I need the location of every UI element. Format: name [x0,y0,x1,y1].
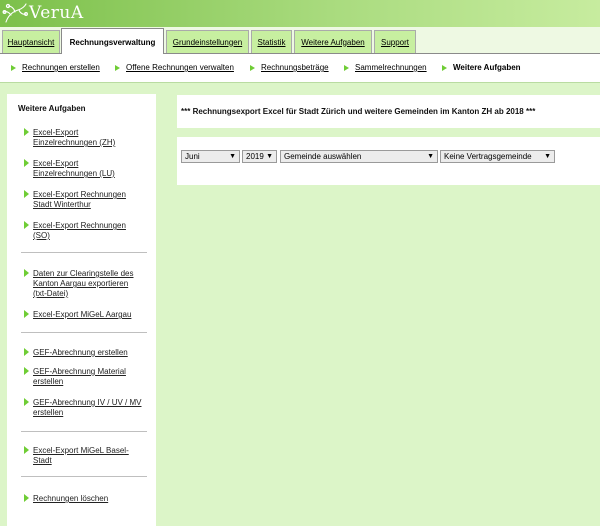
sidebar-divider [21,476,147,477]
arrow-right-icon [24,128,29,136]
sidebar-item-excel-export-winterthur[interactable]: Excel-Export Rechnungen Stadt Winterthur [33,190,143,210]
export-filter-panel: Juni ▼ 2019 ▼ Gemeinde auswählen ▼ Keine… [177,137,600,185]
dropdown-arrow-icon: ▼ [427,153,434,160]
tab-statistik[interactable]: Statistik [251,30,292,53]
arrow-right-icon [24,398,29,406]
tab-hauptansicht[interactable]: Hauptansicht [2,30,60,53]
municipality-select-value: Gemeinde auswählen [284,152,362,161]
sidebar-item-excel-export-lu[interactable]: Excel-Export Einzelrechnungen (LU) [33,159,143,179]
contract-municipality-select[interactable]: Keine Vertragsgemeinde ▼ [440,150,555,163]
year-select[interactable]: 2019 ▼ [242,150,277,163]
arrow-right-icon [24,221,29,229]
subnav-offene-rechnungen[interactable]: Offene Rechnungen verwalten [115,63,234,72]
arrow-right-icon [24,494,29,502]
sidebar-divider [21,252,147,253]
subnav-label: Rechnungsbeträge [261,63,329,72]
contract-select-value: Keine Vertragsgemeinde [444,152,532,161]
arrow-right-icon [11,65,16,71]
arrow-right-icon [344,65,349,71]
subnav-label: Weitere Aufgaben [453,63,521,72]
arrow-right-icon [24,159,29,167]
arrow-right-icon [24,269,29,277]
subnav-label: Sammelrechnungen [355,63,427,72]
tab-support[interactable]: Support [374,30,416,53]
arrow-right-icon [442,65,447,71]
sidebar-divider [21,431,147,432]
sidebar-item-excel-export-zh[interactable]: Excel-Export Einzelrechnungen (ZH) [33,128,143,148]
page-title: *** Rechnungsexport Excel für Stadt Züri… [181,107,536,116]
sub-navigation: Rechnungen erstellen Offene Rechnungen v… [0,54,600,83]
arrow-right-icon [24,367,29,375]
sidebar-item-excel-export-so[interactable]: Excel-Export Rechnungen (SO) [33,221,143,241]
sidebar-divider [21,332,147,333]
export-heading-panel: *** Rechnungsexport Excel für Stadt Züri… [177,95,600,128]
subnav-weitere-aufgaben[interactable]: Weitere Aufgaben [442,63,521,72]
dropdown-arrow-icon: ▼ [544,153,551,160]
subnav-sammelrechnungen[interactable]: Sammelrechnungen [344,63,427,72]
subnav-rechnungen-erstellen[interactable]: Rechnungen erstellen [11,63,100,72]
main-tabs: Hauptansicht Rechnungsverwaltung Grundei… [0,27,600,55]
arrow-right-icon [24,190,29,198]
sidebar-item-gef-material[interactable]: GEF-Abrechnung Material erstellen [33,367,143,387]
dropdown-arrow-icon: ▼ [229,153,236,160]
subnav-rechnungsbetraege[interactable]: Rechnungsbeträge [250,63,329,72]
tab-weitere-aufgaben[interactable]: Weitere Aufgaben [294,30,372,53]
sidebar-title: Weitere Aufgaben [18,104,86,113]
sidebar-item-migel-basel[interactable]: Excel-Export MiGeL Basel-Stadt [33,446,143,466]
year-select-value: 2019 [246,152,264,161]
sidebar-item-gef-abrechnung[interactable]: GEF-Abrechnung erstellen [33,348,143,358]
app-header: VeruA [0,0,600,27]
dropdown-arrow-icon: ▼ [266,153,273,160]
arrow-right-icon [24,348,29,356]
subnav-label: Rechnungen erstellen [22,63,100,72]
tab-rechnungsverwaltung[interactable]: Rechnungsverwaltung [61,28,164,55]
arrow-right-icon [24,310,29,318]
month-select[interactable]: Juni ▼ [181,150,240,163]
arrow-right-icon [115,65,120,71]
subnav-label: Offene Rechnungen verwalten [126,63,234,72]
arrow-right-icon [24,446,29,454]
sidebar: Weitere Aufgaben Excel-Export Einzelrech… [7,94,156,526]
arrow-right-icon [250,65,255,71]
municipality-select[interactable]: Gemeinde auswählen ▼ [280,150,438,163]
vine-logo-icon [2,3,28,23]
sidebar-item-clearingstelle-aargau[interactable]: Daten zur Clearingstelle des Kanton Aarg… [33,269,143,299]
app-logo-text: VeruA [29,3,84,23]
sidebar-item-gef-iv-uv-mv[interactable]: GEF-Abrechnung IV / UV / MV erstellen [33,398,143,418]
tab-grundeinstellungen[interactable]: Grundeinstellungen [166,30,249,53]
sidebar-item-rechnungen-loeschen[interactable]: Rechnungen löschen [33,494,143,504]
month-select-value: Juni [185,152,200,161]
sidebar-item-migel-aargau[interactable]: Excel-Export MiGeL Aargau [33,310,143,320]
